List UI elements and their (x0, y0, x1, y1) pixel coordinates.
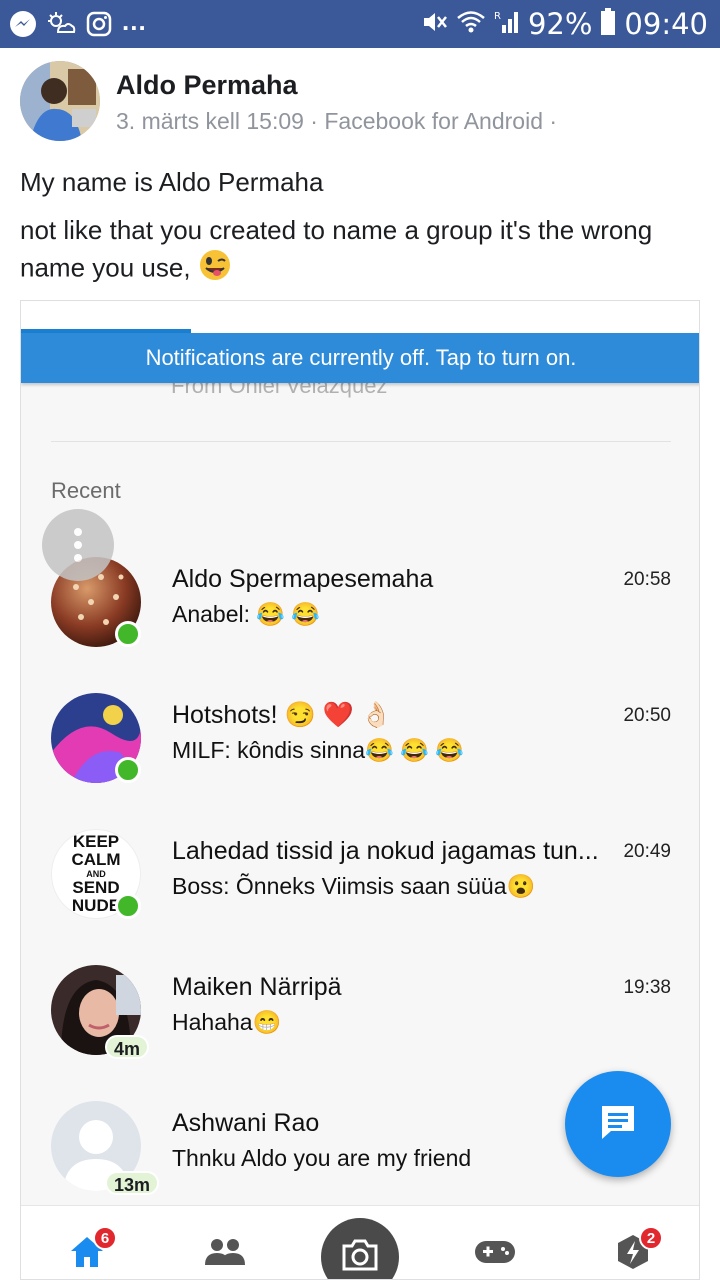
author-avatar[interactable] (20, 61, 100, 141)
conversation-row[interactable]: KEEP CALM AND SEND NUDE Lahedad tissid j… (21, 829, 699, 949)
embedded-screenshot[interactable]: Notifications are currently off. Tap to … (20, 300, 700, 1280)
bottom-tab-bar: 6 2 (21, 1205, 699, 1279)
online-indicator (115, 893, 141, 919)
post-meta: 3. märts kell 15:09 · Facebook for Andro… (116, 108, 558, 134)
notification-count-badge: 6 (93, 1226, 117, 1250)
section-divider (51, 441, 671, 442)
last-active-badge: 4m (105, 1035, 150, 1059)
tab-discover[interactable]: 2 (611, 1226, 663, 1276)
gamepad-icon (473, 1237, 517, 1272)
dot (74, 528, 82, 536)
conversation-name: Ashwani Rao (172, 1109, 320, 1137)
dot (74, 554, 82, 562)
weather-icon (46, 9, 76, 39)
more-options-button[interactable] (42, 509, 114, 581)
conversation-time: 20:50 (623, 705, 671, 726)
chat-icon (597, 1101, 639, 1148)
svg-text:R: R (494, 11, 501, 22)
conversation-time: 20:58 (623, 569, 671, 590)
conversation-row[interactable]: Hotshots! 😏 ❤️ 👌🏻 MILF: kôndis sinna😂 😂 … (21, 693, 699, 813)
post-text-line-2: not like that you created to name a grou… (20, 215, 653, 245)
wifi-icon (456, 9, 486, 40)
conversation-row[interactable]: Aldo Spermapesemaha Anabel: 😂 😂 20:58 (21, 557, 699, 677)
post-text-line-3: name you use, (20, 248, 232, 291)
messenger-icon (8, 9, 38, 39)
tab-home[interactable]: 6 (65, 1226, 117, 1276)
post-author[interactable]: Aldo Permaha (116, 70, 298, 101)
notification-count-badge: 2 (639, 1226, 663, 1250)
conversation-name: Lahedad tissid ja nokud jagamas tun... (172, 837, 599, 865)
battery-percent: 92% (527, 7, 593, 41)
tab-people[interactable] (203, 1232, 247, 1276)
conversation-time: 19:38 (623, 977, 671, 998)
conversation-name: Aldo Spermapesemaha (172, 565, 434, 593)
new-message-button[interactable] (565, 1071, 671, 1177)
mute-icon (420, 8, 448, 41)
conversation-preview: Boss: Õnneks Viimsis saan süüa😮 (172, 873, 536, 899)
winking-face-with-tongue-icon (198, 248, 232, 291)
online-indicator (115, 757, 141, 783)
conversation-row[interactable]: 4m Maiken Närripä Hahaha😁 19:38 (21, 965, 699, 1085)
avatar-text-line: CALM (71, 850, 121, 869)
instagram-icon (84, 9, 114, 39)
last-active-badge: 13m (105, 1171, 160, 1195)
battery-icon (600, 7, 616, 41)
overflow-indicator: ... (122, 5, 147, 36)
conversation-preview: Anabel: 😂 😂 (172, 601, 321, 627)
conversation-preview: Hahaha😁 (172, 1009, 282, 1035)
post-text-line-1: My name is Aldo Permaha (20, 167, 324, 197)
conversation-time: 20:49 (623, 841, 671, 862)
camera-icon (340, 1238, 380, 1277)
conversation-name: Hotshots! 😏 ❤️ 👌🏻 (172, 701, 392, 729)
conversation-preview: Thnku Aldo you are my friend (172, 1145, 472, 1171)
status-bar: ... R 92% 09:40 (0, 0, 720, 48)
recent-label: Recent (51, 478, 121, 503)
post-text-line-3-text: name you use, (20, 252, 191, 283)
conversation-name: Maiken Närripä (172, 973, 342, 1001)
conversation-preview: MILF: kôndis sinna😂 😂 😂 (172, 737, 464, 763)
signal-icon: R (494, 9, 520, 40)
dot (74, 541, 82, 549)
tab-games[interactable] (473, 1232, 517, 1276)
clock: 09:40 (624, 7, 708, 41)
online-indicator (115, 621, 141, 647)
camera-button[interactable] (321, 1218, 399, 1279)
people-icon (203, 1237, 247, 1272)
notification-banner[interactable]: Notifications are currently off. Tap to … (21, 333, 699, 383)
avatar-text-line: KEEP (72, 832, 120, 851)
